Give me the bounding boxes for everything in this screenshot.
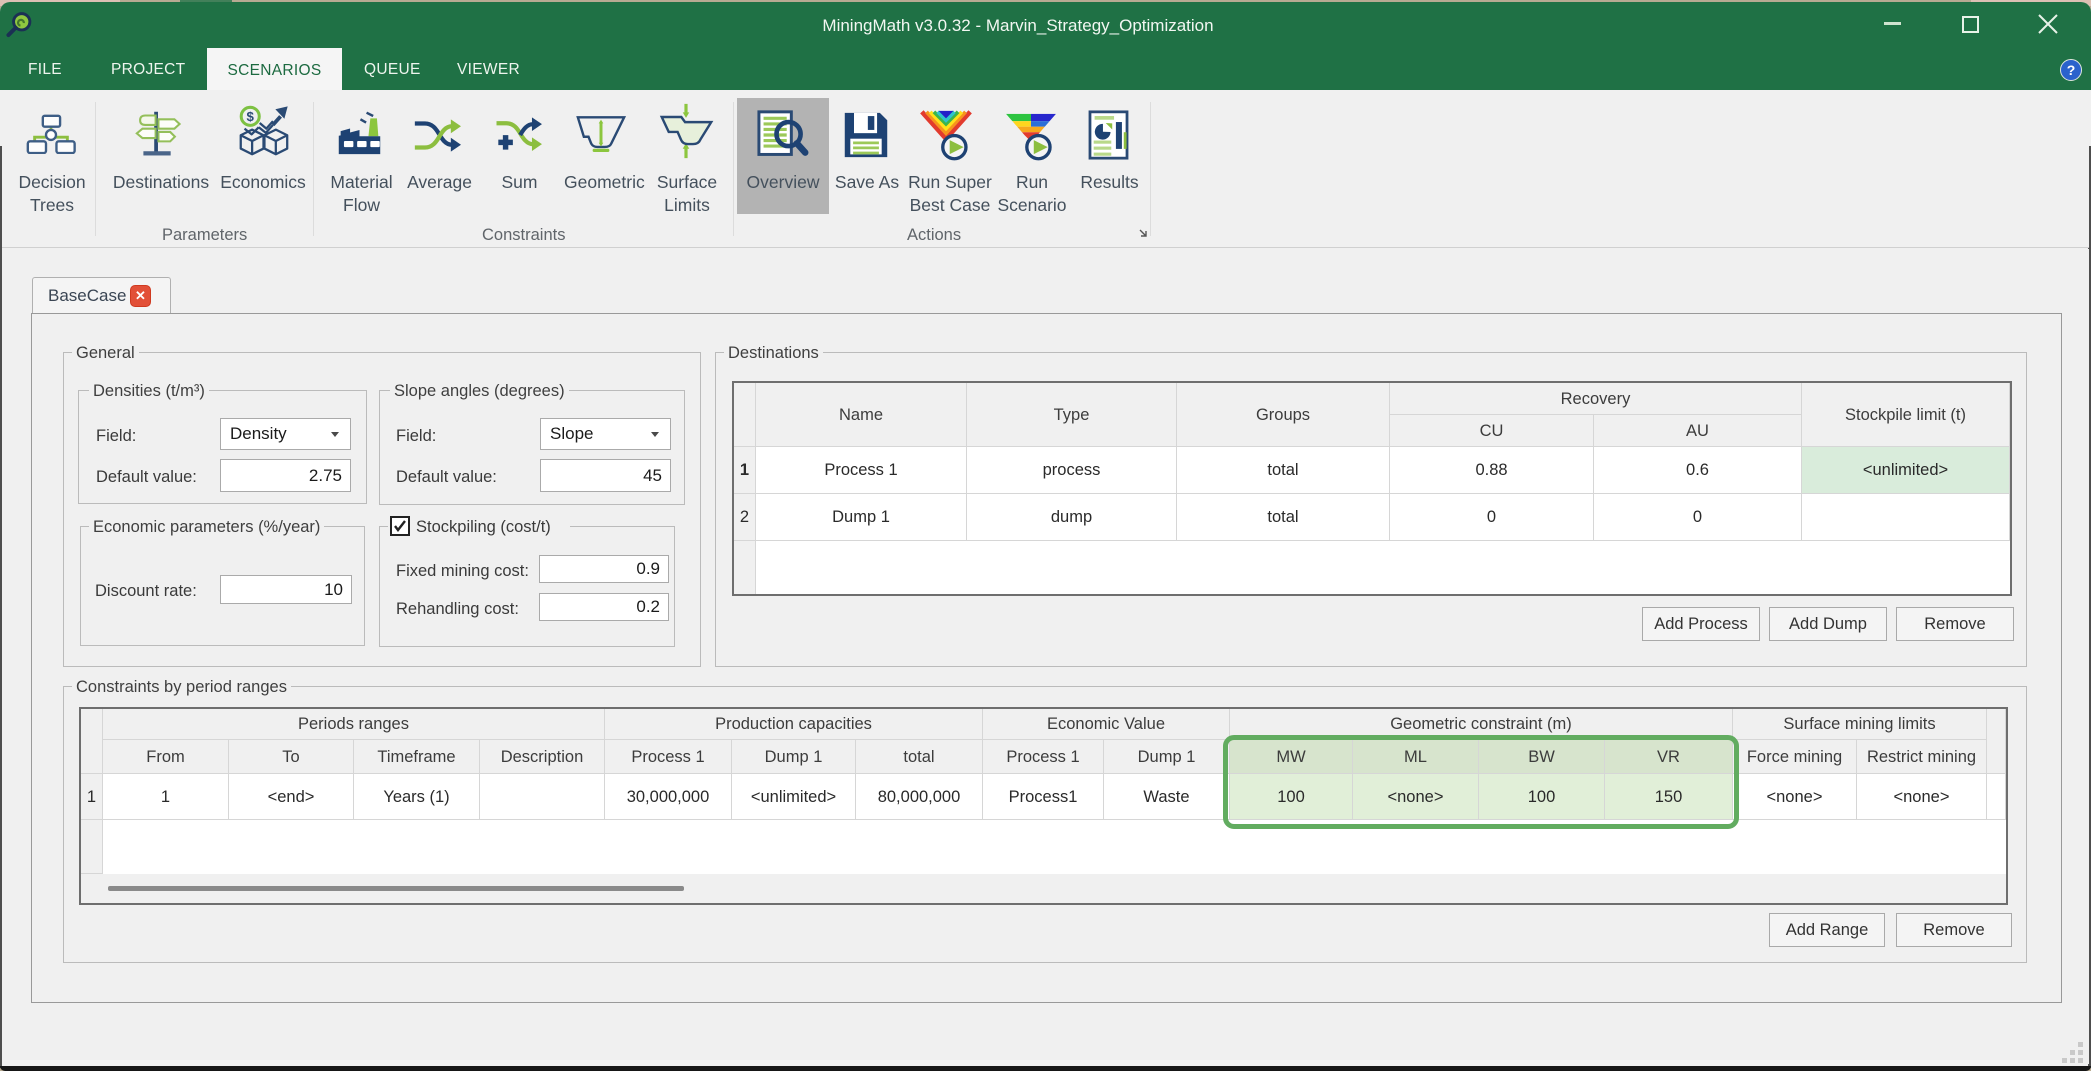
svg-text:$: $	[247, 109, 255, 124]
